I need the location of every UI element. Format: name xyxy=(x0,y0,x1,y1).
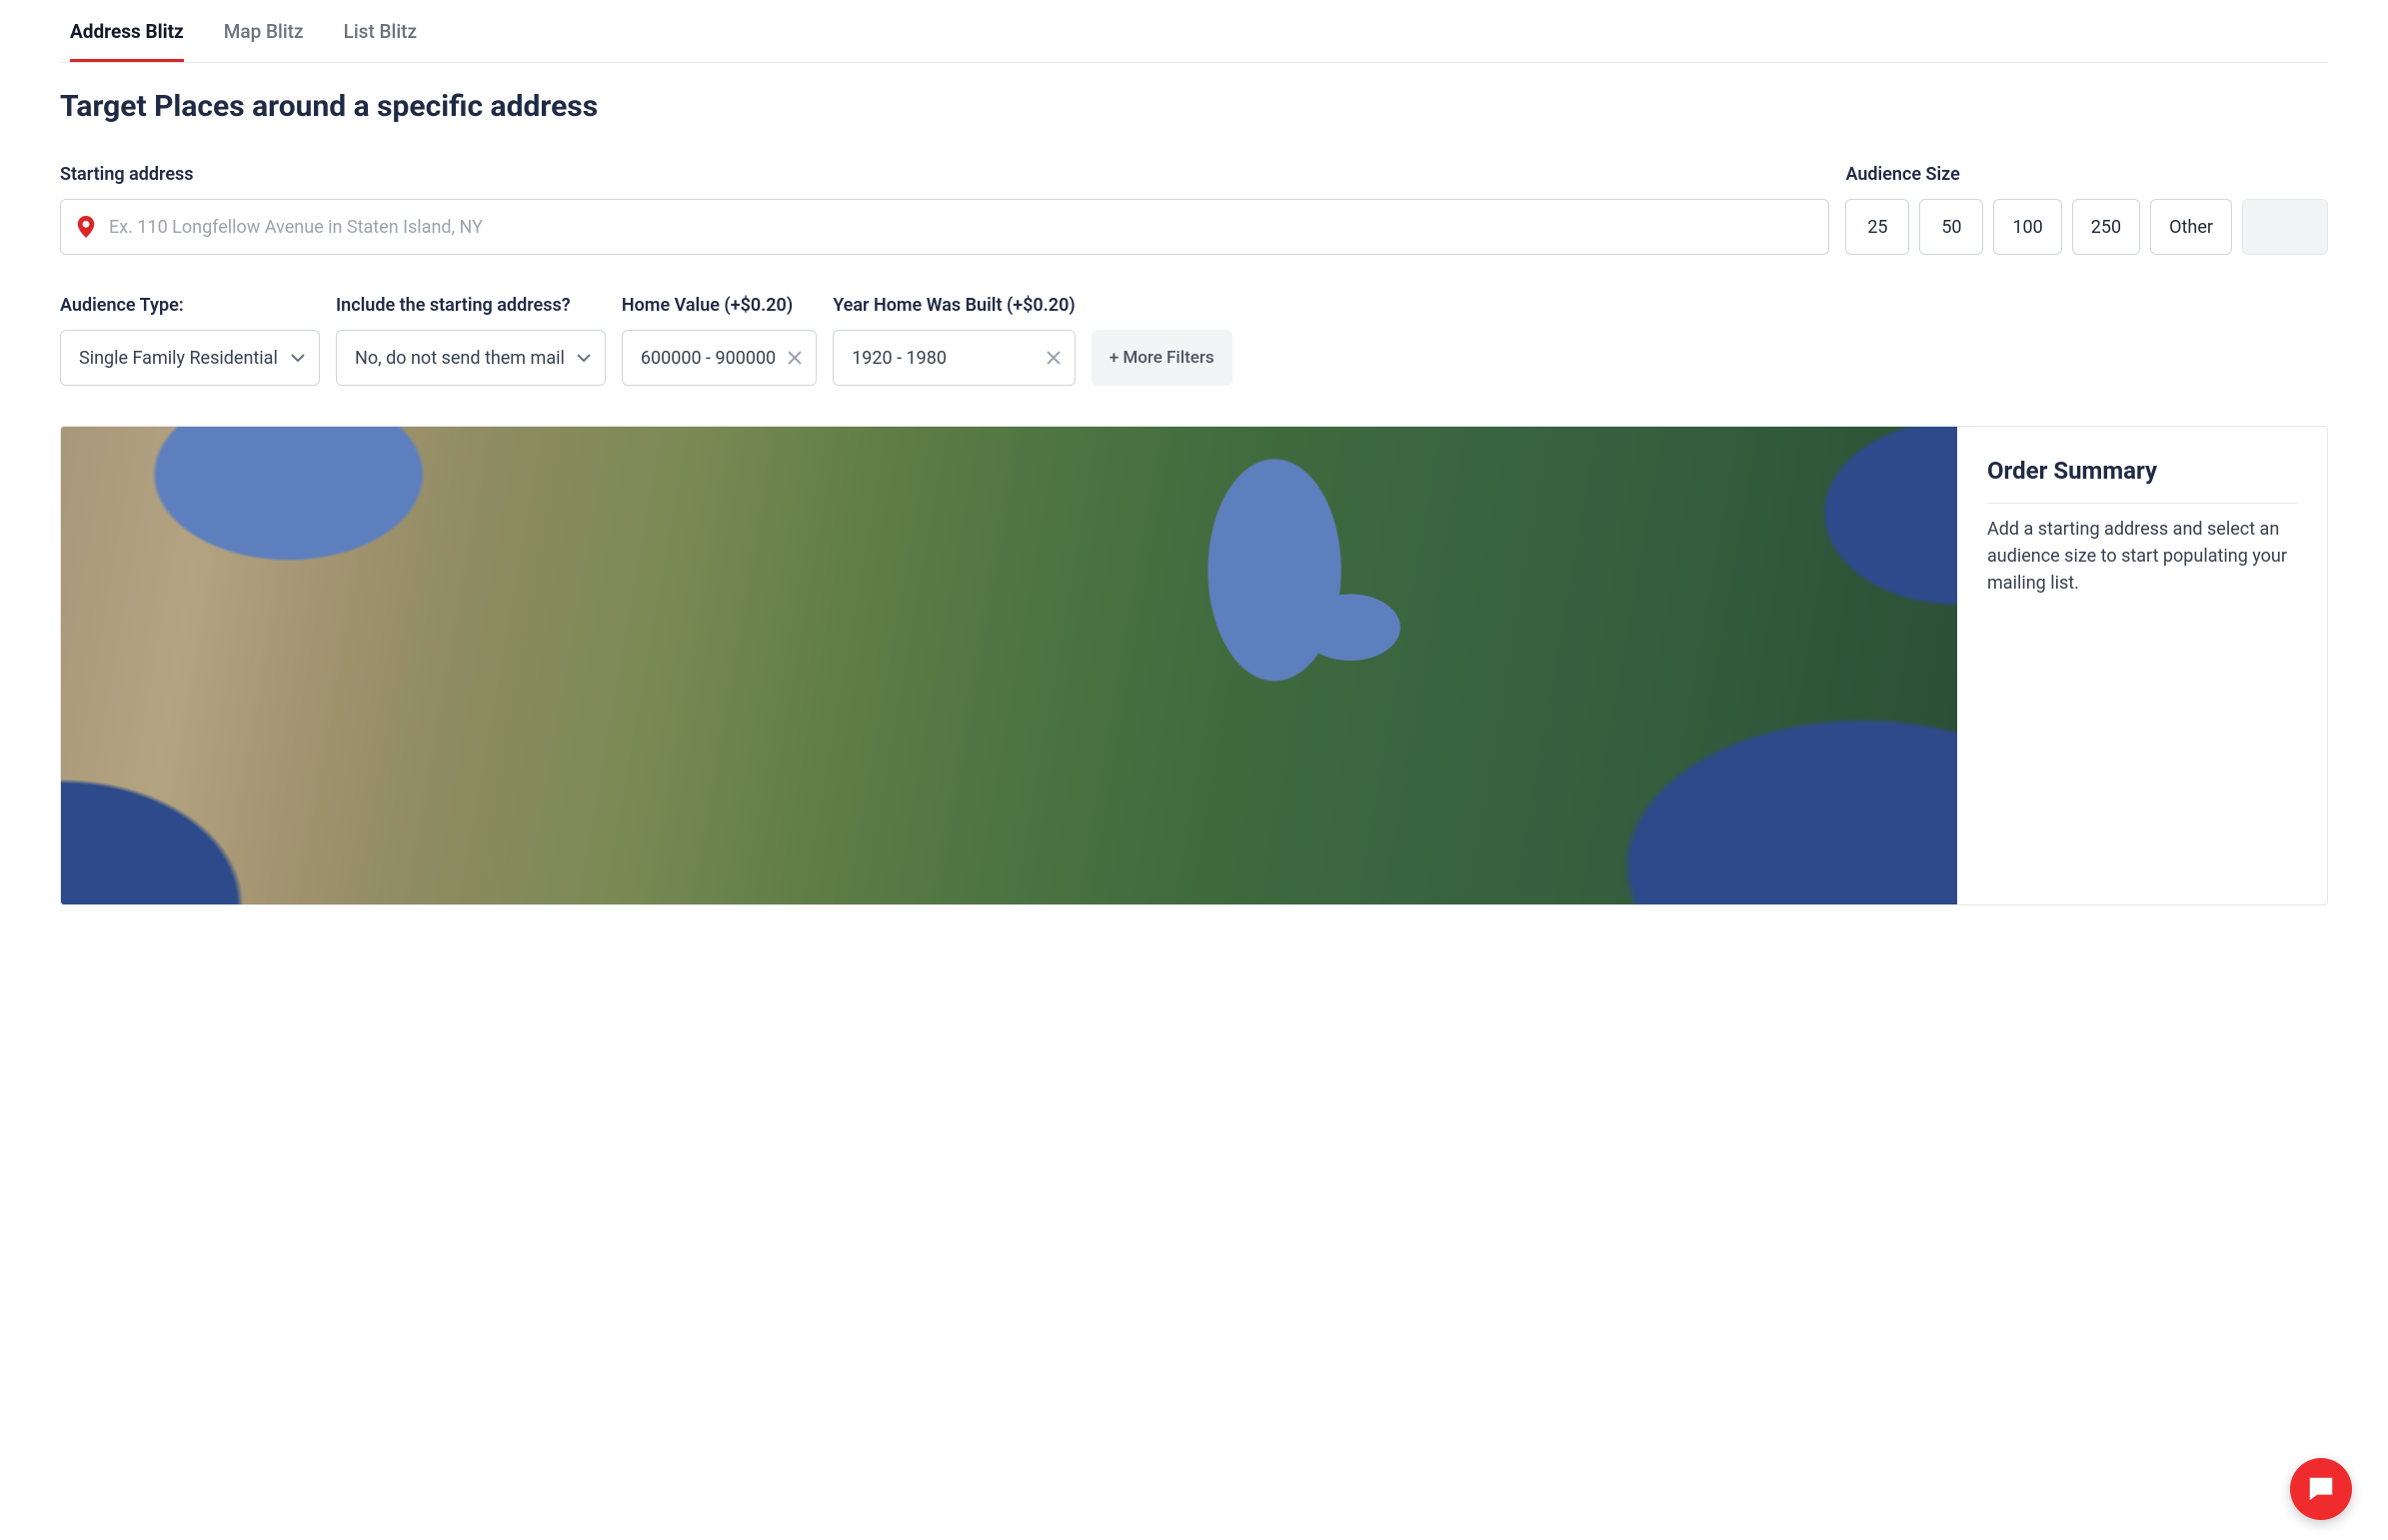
include-starting-value: No, do not send them mail xyxy=(355,348,565,369)
year-built-value: 1920 - 1980 xyxy=(852,348,947,369)
starting-address-label: Starting address xyxy=(60,164,1829,185)
home-value-field[interactable]: 600000 - 900000 xyxy=(622,330,817,386)
order-summary-title: Order Summary xyxy=(1987,457,2297,504)
chat-button[interactable] xyxy=(2290,1458,2352,1520)
year-built-field[interactable]: 1920 - 1980 xyxy=(833,330,1076,386)
starting-address-input[interactable] xyxy=(109,217,1812,238)
audience-type-select[interactable]: Single Family Residential xyxy=(60,330,320,386)
audience-size-100[interactable]: 100 xyxy=(1993,199,2061,255)
include-starting-select[interactable]: No, do not send them mail xyxy=(336,330,606,386)
chevron-down-icon xyxy=(577,354,591,362)
chat-icon xyxy=(2306,1474,2336,1504)
chevron-down-icon xyxy=(291,354,305,362)
audience-size-50[interactable]: 50 xyxy=(1919,199,1983,255)
audience-size-250[interactable]: 250 xyxy=(2072,199,2140,255)
audience-size-label: Audience Size xyxy=(1845,164,2328,185)
more-filters-button[interactable]: + More Filters xyxy=(1092,330,1232,386)
audience-type-label: Audience Type: xyxy=(60,295,320,316)
order-summary-panel: Order Summary Add a starting address and… xyxy=(1957,427,2327,904)
audience-size-25[interactable]: 25 xyxy=(1845,199,1909,255)
audience-size-blank[interactable] xyxy=(2242,199,2328,255)
tab-list-blitz[interactable]: List Blitz xyxy=(344,20,418,62)
year-built-label: Year Home Was Built (+$0.20) xyxy=(833,295,1076,316)
tab-map-blitz[interactable]: Map Blitz xyxy=(224,20,304,62)
close-icon[interactable] xyxy=(788,351,802,365)
starting-address-field[interactable] xyxy=(60,199,1829,255)
audience-type-value: Single Family Residential xyxy=(79,348,278,369)
home-value-label: Home Value (+$0.20) xyxy=(622,295,817,316)
order-summary-body: Add a starting address and select an aud… xyxy=(1987,516,2297,597)
map-pin-icon xyxy=(77,216,95,238)
tab-address-blitz[interactable]: Address Blitz xyxy=(70,20,184,62)
page-title: Target Places around a specific address xyxy=(60,89,2328,124)
map-view[interactable] xyxy=(61,427,1957,904)
include-starting-label: Include the starting address? xyxy=(336,295,606,316)
home-value-value: 600000 - 900000 xyxy=(641,348,776,369)
tabs: Address Blitz Map Blitz List Blitz xyxy=(60,0,2328,63)
audience-size-other[interactable]: Other xyxy=(2150,199,2232,255)
close-icon[interactable] xyxy=(1047,351,1061,365)
